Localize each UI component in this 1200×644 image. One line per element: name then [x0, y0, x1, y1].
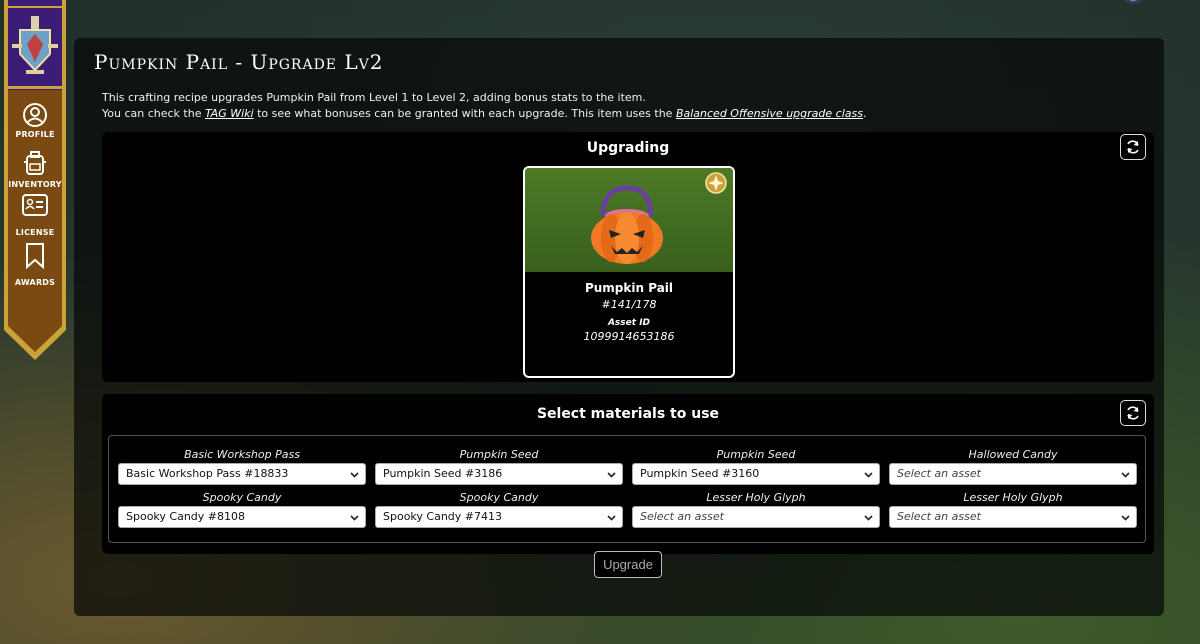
material-label: Basic Workshop Pass	[184, 448, 300, 461]
materials-panel: Select materials to use Basic Workshop P…	[102, 394, 1154, 554]
material-slot: Spooky Candy Spooky Candy #7413	[375, 491, 623, 528]
item-serial: #141/178	[601, 298, 657, 311]
emblem-icon[interactable]	[1114, 0, 1152, 4]
material-slot: Spooky Candy Spooky Candy #8108	[118, 491, 366, 528]
page-title: Pumpkin Pail - Upgrade Lv2	[94, 50, 384, 74]
asset-id-value: 1099914653186	[583, 330, 675, 343]
guild-crest-icon	[12, 16, 58, 74]
user-circle-icon	[23, 103, 47, 127]
chevron-down-icon	[350, 515, 359, 521]
material-slot: Basic Workshop Pass Basic Workshop Pass …	[118, 448, 366, 485]
material-select[interactable]: Select an asset	[632, 506, 880, 528]
chevron-down-icon	[1121, 515, 1130, 521]
backpack-icon	[24, 151, 46, 175]
material-select-value: Select an asset	[897, 510, 981, 523]
material-slot: Pumpkin Seed Pumpkin Seed #3186	[375, 448, 623, 485]
material-label: Lesser Holy Glyph	[963, 491, 1063, 504]
material-select[interactable]: Spooky Candy #8108	[118, 506, 366, 528]
material-label: Pumpkin Seed	[716, 448, 796, 461]
material-select-value: Pumpkin Seed #3186	[383, 467, 503, 480]
material-select[interactable]: Pumpkin Seed #3186	[375, 463, 623, 485]
refresh-upgrading-button[interactable]	[1120, 134, 1146, 160]
recipe-description: This crafting recipe upgrades Pumpkin Pa…	[102, 90, 866, 122]
item-name: Pumpkin Pail	[584, 281, 674, 295]
nav-profile[interactable]: PROFILE	[4, 102, 66, 139]
chevron-down-icon	[864, 472, 873, 478]
asset-id-label: Asset ID	[607, 318, 651, 328]
chevron-down-icon	[607, 472, 616, 478]
description-middle: to see what bonuses can be granted with …	[253, 107, 676, 120]
material-select[interactable]: Select an asset	[889, 506, 1137, 528]
description-line-2: You can check the TAG Wiki to see what b…	[102, 106, 866, 122]
description-prefix: You can check the	[102, 107, 205, 120]
material-label: Hallowed Candy	[968, 448, 1058, 461]
material-slot: Lesser Holy Glyph Select an asset	[889, 491, 1137, 528]
material-select[interactable]: Select an asset	[889, 463, 1137, 485]
description-line-1: This crafting recipe upgrades Pumpkin Pa…	[102, 91, 646, 104]
main-panel: Pumpkin Pail - Upgrade Lv2 This crafting…	[74, 38, 1164, 616]
material-label: Spooky Candy	[202, 491, 282, 504]
materials-heading: Select materials to use	[536, 406, 720, 422]
material-select-value: Spooky Candy #7413	[383, 510, 503, 523]
materials-grid: Basic Workshop Pass Basic Workshop Pass …	[108, 435, 1146, 543]
refresh-icon	[1127, 140, 1139, 154]
material-slot: Hallowed Candy Select an asset	[889, 448, 1137, 485]
nav-awards-label: AWARDS	[14, 278, 56, 287]
rarity-badge-icon	[705, 172, 727, 194]
id-card-icon	[22, 194, 48, 216]
nav-license-label: LICENSE	[15, 228, 55, 237]
item-image	[525, 168, 733, 272]
material-slot: Pumpkin Seed Pumpkin Seed #3160	[632, 448, 880, 485]
tag-wiki-link[interactable]: TAG Wiki	[205, 107, 254, 120]
side-banner: PROFILE INVENTORY LICENSE AWARDS	[4, 0, 66, 362]
description-suffix: .	[862, 107, 867, 120]
material-select-value: Select an asset	[640, 510, 724, 523]
nav-inventory-label: INVENTORY	[8, 180, 62, 189]
material-select[interactable]: Pumpkin Seed #3160	[632, 463, 880, 485]
pumpkin-pail-icon	[591, 185, 663, 264]
nav-inventory[interactable]: INVENTORY	[4, 150, 66, 189]
upgrade-class-link[interactable]: Balanced Offensive upgrade class	[676, 107, 863, 120]
nav-awards[interactable]: AWARDS	[4, 242, 66, 287]
upgrading-panel: Upgrading Pumpkin Pail #141/178 Asset ID…	[102, 132, 1154, 382]
material-select-value: Pumpkin Seed #3160	[640, 467, 760, 480]
nav-license[interactable]: LICENSE	[4, 192, 66, 237]
material-label: Lesser Holy Glyph	[706, 491, 806, 504]
chevron-down-icon	[607, 515, 616, 521]
bookmark-icon	[26, 243, 44, 270]
refresh-materials-button[interactable]	[1120, 400, 1146, 426]
nav-profile-label: PROFILE	[15, 130, 55, 139]
chevron-down-icon	[350, 472, 359, 478]
material-select-value: Select an asset	[897, 467, 981, 480]
chevron-down-icon	[1121, 472, 1130, 478]
material-select-value: Spooky Candy #8108	[126, 510, 246, 523]
material-select[interactable]: Spooky Candy #7413	[375, 506, 623, 528]
material-select-value: Basic Workshop Pass #18833	[126, 467, 289, 480]
material-slot: Lesser Holy Glyph Select an asset	[632, 491, 880, 528]
material-label: Spooky Candy	[459, 491, 539, 504]
material-select[interactable]: Basic Workshop Pass #18833	[118, 463, 366, 485]
upgrading-heading: Upgrading	[586, 140, 670, 156]
upgrade-button[interactable]: Upgrade	[594, 551, 662, 578]
material-label: Pumpkin Seed	[459, 448, 539, 461]
chevron-down-icon	[864, 515, 873, 521]
item-card[interactable]: Pumpkin Pail #141/178 Asset ID 109991465…	[523, 166, 735, 378]
refresh-icon	[1127, 406, 1139, 420]
